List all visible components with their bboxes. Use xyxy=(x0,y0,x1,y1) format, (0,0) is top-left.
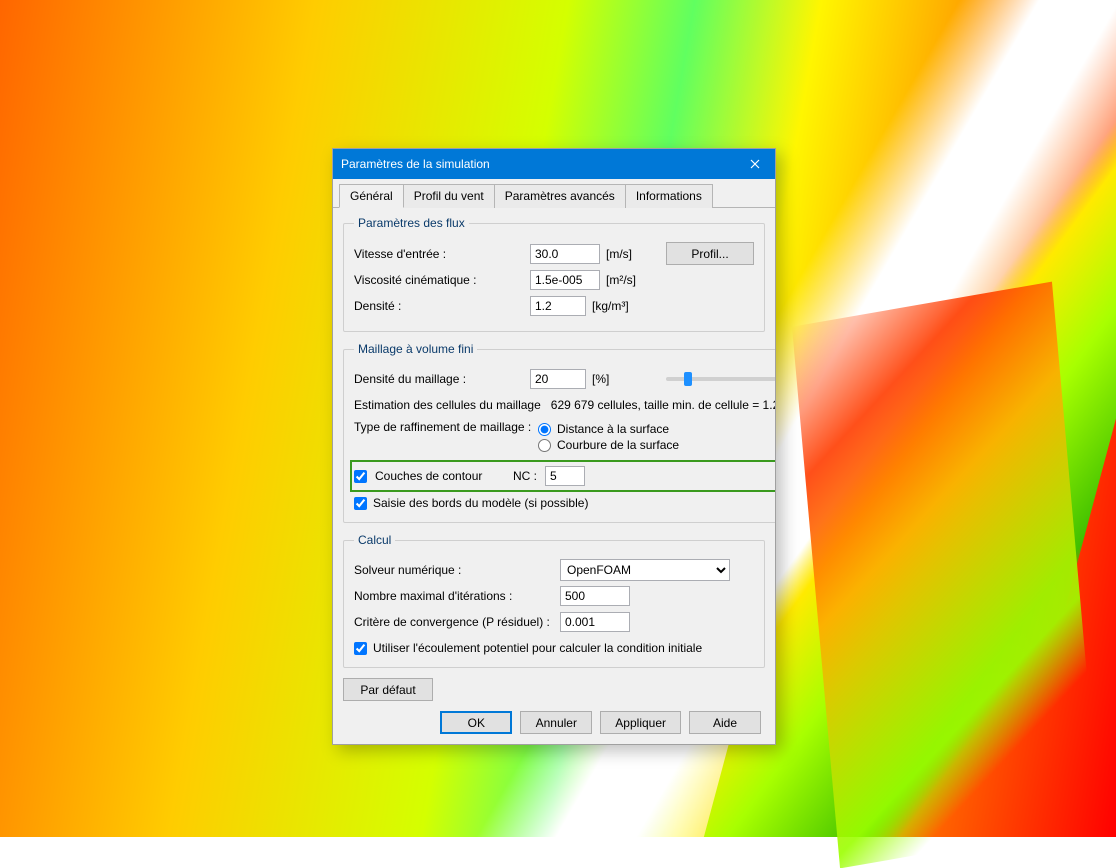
mesh-density-slider[interactable] xyxy=(666,377,775,381)
convergence-input[interactable] xyxy=(560,612,630,632)
tab-wind[interactable]: Profil du vent xyxy=(403,184,495,208)
group-mesh: Maillage à volume fini Densité du mailla… xyxy=(343,342,775,523)
apply-button[interactable]: Appliquer xyxy=(600,711,681,734)
max-iter-label: Nombre maximal d'itérations : xyxy=(354,589,554,603)
dialog-title: Paramètres de la simulation xyxy=(341,157,735,171)
titlebar[interactable]: Paramètres de la simulation xyxy=(333,149,775,179)
profile-button[interactable]: Profil... xyxy=(666,242,754,265)
contour-layers-label: Couches de contour xyxy=(375,469,505,483)
max-iter-input[interactable] xyxy=(560,586,630,606)
button-bar: OK Annuler Appliquer Aide xyxy=(333,701,775,744)
close-button[interactable] xyxy=(735,149,775,179)
cancel-button[interactable]: Annuler xyxy=(520,711,592,734)
inlet-speed-input[interactable] xyxy=(530,244,600,264)
tab-advanced[interactable]: Paramètres avancés xyxy=(494,184,626,208)
mesh-density-unit: [%] xyxy=(592,372,640,386)
density-input[interactable] xyxy=(530,296,586,316)
group-calc-legend: Calcul xyxy=(354,533,395,547)
defaults-button[interactable]: Par défaut xyxy=(343,678,433,701)
simulation-parameters-dialog: Paramètres de la simulation Général Prof… xyxy=(332,148,776,745)
snap-edges-checkbox[interactable] xyxy=(354,497,367,510)
viscosity-input[interactable] xyxy=(530,270,600,290)
close-icon xyxy=(750,159,760,169)
snap-edges-label: Saisie des bords du modèle (si possible) xyxy=(373,496,588,510)
tab-info[interactable]: Informations xyxy=(625,184,713,208)
mesh-estimate-label: Estimation des cellules du maillage xyxy=(354,398,541,412)
group-flux-legend: Paramètres des flux xyxy=(354,216,469,230)
mesh-density-label: Densité du maillage : xyxy=(354,372,524,386)
contour-layers-highlight: Couches de contour NC : xyxy=(350,460,775,492)
refine-type-label: Type de raffinement de maillage : xyxy=(354,420,532,434)
group-flux: Paramètres des flux Vitesse d'entrée : [… xyxy=(343,216,765,332)
ok-button[interactable]: OK xyxy=(440,711,512,734)
group-calc: Calcul Solveur numérique : OpenFOAM Nomb… xyxy=(343,533,765,668)
tab-general[interactable]: Général xyxy=(339,184,404,208)
viscosity-unit: [m²/s] xyxy=(606,273,654,287)
tab-strip: Général Profil du vent Paramètres avancé… xyxy=(333,179,775,208)
group-mesh-legend: Maillage à volume fini xyxy=(354,342,477,356)
density-unit: [kg/m³] xyxy=(592,299,640,313)
potential-flow-label: Utiliser l'écoulement potentiel pour cal… xyxy=(373,641,702,655)
convergence-label: Critère de convergence (P résiduel) : xyxy=(354,615,554,629)
refine-distance-label: Distance à la surface xyxy=(557,422,669,436)
refine-curvature-radio[interactable] xyxy=(538,439,551,452)
slider-thumb-icon xyxy=(684,372,692,386)
inlet-speed-label: Vitesse d'entrée : xyxy=(354,247,524,261)
help-button[interactable]: Aide xyxy=(689,711,761,734)
solver-select[interactable]: OpenFOAM xyxy=(560,559,730,581)
nc-input[interactable] xyxy=(545,466,585,486)
solver-label: Solveur numérique : xyxy=(354,563,554,577)
viscosity-label: Viscosité cinématique : xyxy=(354,273,524,287)
refine-distance-radio[interactable] xyxy=(538,423,551,436)
mesh-density-input[interactable] xyxy=(530,369,586,389)
inlet-speed-unit: [m/s] xyxy=(606,247,654,261)
nc-label: NC : xyxy=(513,469,537,483)
mesh-estimate-value: 629 679 cellules, taille min. de cellule… xyxy=(551,398,775,412)
density-label: Densité : xyxy=(354,299,524,313)
refine-curvature-label: Courbure de la surface xyxy=(557,438,679,452)
potential-flow-checkbox[interactable] xyxy=(354,642,367,655)
contour-layers-checkbox[interactable] xyxy=(354,470,367,483)
